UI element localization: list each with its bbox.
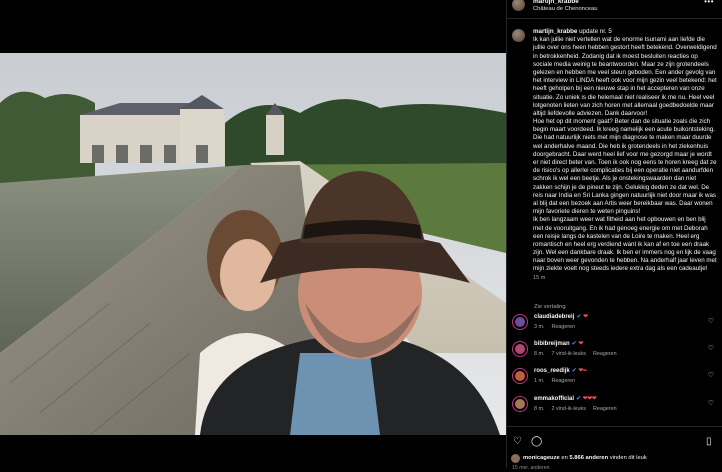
avatar[interactable]: [512, 29, 525, 42]
post-location[interactable]: Château de Chenonceau: [533, 6, 597, 14]
verified-badge-icon: ✔: [576, 314, 582, 320]
comment-text: ❤: [578, 341, 583, 347]
caption-paragraph: Hoe het op dit moment gaat? Beter dan de…: [533, 118, 717, 216]
caption-title: update nr. 5: [579, 28, 612, 35]
comment-text: ❤▪▪: [578, 368, 587, 374]
avatar-fill: [515, 399, 525, 409]
liker-username[interactable]: monicageuze: [523, 455, 560, 461]
verified-badge-icon: ✔: [576, 396, 582, 402]
comment-username[interactable]: bibibreijman: [534, 341, 570, 347]
likes-and-word: en: [561, 455, 568, 461]
verified-badge-icon: ✔: [571, 341, 577, 347]
comment-username[interactable]: roos_reedijk: [534, 368, 570, 374]
photo-image: [0, 53, 506, 435]
post-date: 15 mei. anderen: [512, 465, 550, 471]
like-comment-heart-icon[interactable]: ♡: [708, 317, 714, 326]
comment-time: 1 m.: [534, 378, 545, 384]
avatar: [511, 454, 520, 463]
like-comment-heart-icon[interactable]: ♡: [708, 371, 714, 380]
verified-badge-icon: ✔: [571, 368, 577, 374]
comment-likes[interactable]: 2 vind-ik-leuks: [551, 406, 585, 412]
comment-item: roos_reedijk ✔ ❤▪▪ 1 m. Reageren ♡: [512, 368, 717, 394]
caption-text: martijn_krabbe update nr. 5 Ik kan julli…: [533, 28, 717, 282]
comment-text: ❤: [583, 314, 588, 320]
see-translation-link[interactable]: Zie vertaling: [534, 304, 566, 312]
comment-username[interactable]: emmakofficial: [534, 396, 574, 402]
header-divider: [507, 18, 722, 19]
like-comment-heart-icon[interactable]: ♡: [708, 344, 714, 353]
likes-count[interactable]: 5.866 anderen: [569, 455, 608, 461]
post-header: martijn_krabbe Château de Chenonceau •••: [507, 0, 722, 18]
save-bookmark-icon[interactable]: ▯: [706, 435, 712, 448]
comment-likes[interactable]: 7 vind-ik-leuks: [551, 351, 585, 357]
comment-item: bibibreijman ✔ ❤ 8 m. 7 vind-ik-leuks Reage…: [512, 341, 717, 367]
caption-timestamp: 15 m: [533, 274, 546, 281]
likes-suffix: vinden dit leuk: [609, 455, 647, 461]
comment-time: 8 m.: [534, 351, 545, 357]
reply-button[interactable]: Reageren: [551, 378, 575, 384]
avatar-fill: [515, 371, 525, 381]
comment-avatar[interactable]: [512, 341, 528, 357]
caption-paragraph: Ik kan jullie niet vertellen wat de enor…: [533, 36, 717, 117]
like-heart-icon[interactable]: ♡: [513, 435, 522, 448]
comment-avatar[interactable]: [512, 368, 528, 384]
reply-button[interactable]: Reageren: [593, 351, 617, 357]
like-comment-heart-icon[interactable]: ♡: [708, 399, 714, 408]
action-bar: ♡ ◯ ▯ monicageuze en 5.866 anderen vinde…: [507, 426, 722, 471]
likes-summary[interactable]: monicageuze en 5.866 anderen vinden dit …: [511, 454, 647, 463]
post-sidebar: martijn_krabbe Château de Chenonceau •••…: [507, 0, 722, 471]
comment-bubble-icon[interactable]: ◯: [531, 435, 542, 448]
reply-button[interactable]: Reageren: [551, 324, 575, 330]
post-photo[interactable]: [0, 53, 506, 435]
comment-item: claudiadebreij ✔ ❤ 3 m. Reageren ♡: [512, 314, 717, 340]
more-options-icon[interactable]: •••: [704, 0, 714, 8]
avatar[interactable]: [512, 0, 525, 11]
comment-avatar[interactable]: [512, 396, 528, 412]
comment-username[interactable]: claudiadebreij: [534, 314, 574, 320]
caption-paragraph: Ik ben langzaam weer wat fitheid aan het…: [533, 216, 717, 273]
comment-time: 8 m.: [534, 406, 545, 412]
comment-text: ❤❤❤: [582, 396, 597, 402]
avatar-fill: [515, 344, 525, 354]
caption-username[interactable]: martijn_krabbe: [533, 28, 577, 35]
comment-time: 3 m.: [534, 324, 545, 330]
avatar-fill: [515, 317, 525, 327]
comment-item: emmakofficial ✔ ❤❤❤ 8 m. 2 vind-ik-leuks Re…: [512, 396, 717, 422]
reply-button[interactable]: Reageren: [593, 406, 617, 412]
comment-avatar[interactable]: [512, 314, 528, 330]
